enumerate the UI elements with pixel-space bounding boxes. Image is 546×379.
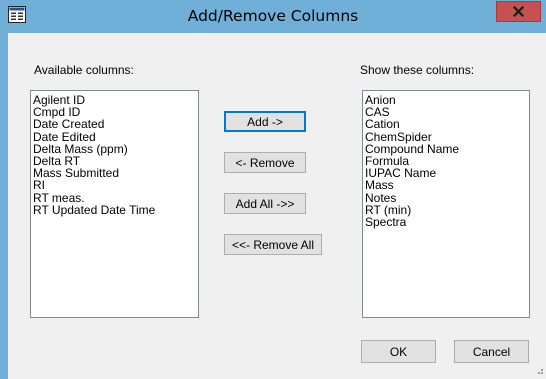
available-columns-label: Available columns: [34,63,134,77]
add-all-button[interactable]: Add All ->> [224,193,306,214]
add-remove-columns-dialog: Add/Remove Columns Available columns: Ag… [0,0,546,379]
list-item[interactable]: Notes [365,191,527,203]
list-item[interactable]: RI [33,179,196,191]
list-item[interactable]: Date Created [33,118,196,130]
remove-all-button[interactable]: <<- Remove All [224,234,322,255]
available-columns-list[interactable]: Agilent ID Cmpd ID Date Created Date Edi… [30,90,199,318]
close-icon [513,6,524,17]
ok-button[interactable]: OK [361,340,436,363]
list-item[interactable]: Mass [365,179,527,191]
resize-grip-icon[interactable] [534,365,544,375]
list-item[interactable]: Spectra [365,216,527,228]
title-bar[interactable]: Add/Remove Columns [0,0,546,33]
list-item[interactable]: Mass Submitted [33,167,196,179]
list-item[interactable]: ChemSpider [365,130,527,142]
dialog-title: Add/Remove Columns [187,7,359,25]
list-item[interactable]: Date Edited [33,130,196,142]
cancel-button[interactable]: Cancel [454,340,529,363]
dialog-client-area: Available columns: Agilent ID Cmpd ID Da… [8,33,546,379]
close-button[interactable] [496,1,541,22]
show-columns-label: Show these columns: [360,63,475,77]
list-item[interactable]: RT meas. [33,191,196,203]
shown-columns-list[interactable]: Anion CAS Cation ChemSpider Compound Nam… [362,90,530,318]
list-item[interactable]: Cation [365,118,527,130]
list-item[interactable]: RT Updated Date Time [33,203,196,215]
remove-button[interactable]: <- Remove [224,152,306,173]
add-button[interactable]: Add -> [224,111,306,132]
